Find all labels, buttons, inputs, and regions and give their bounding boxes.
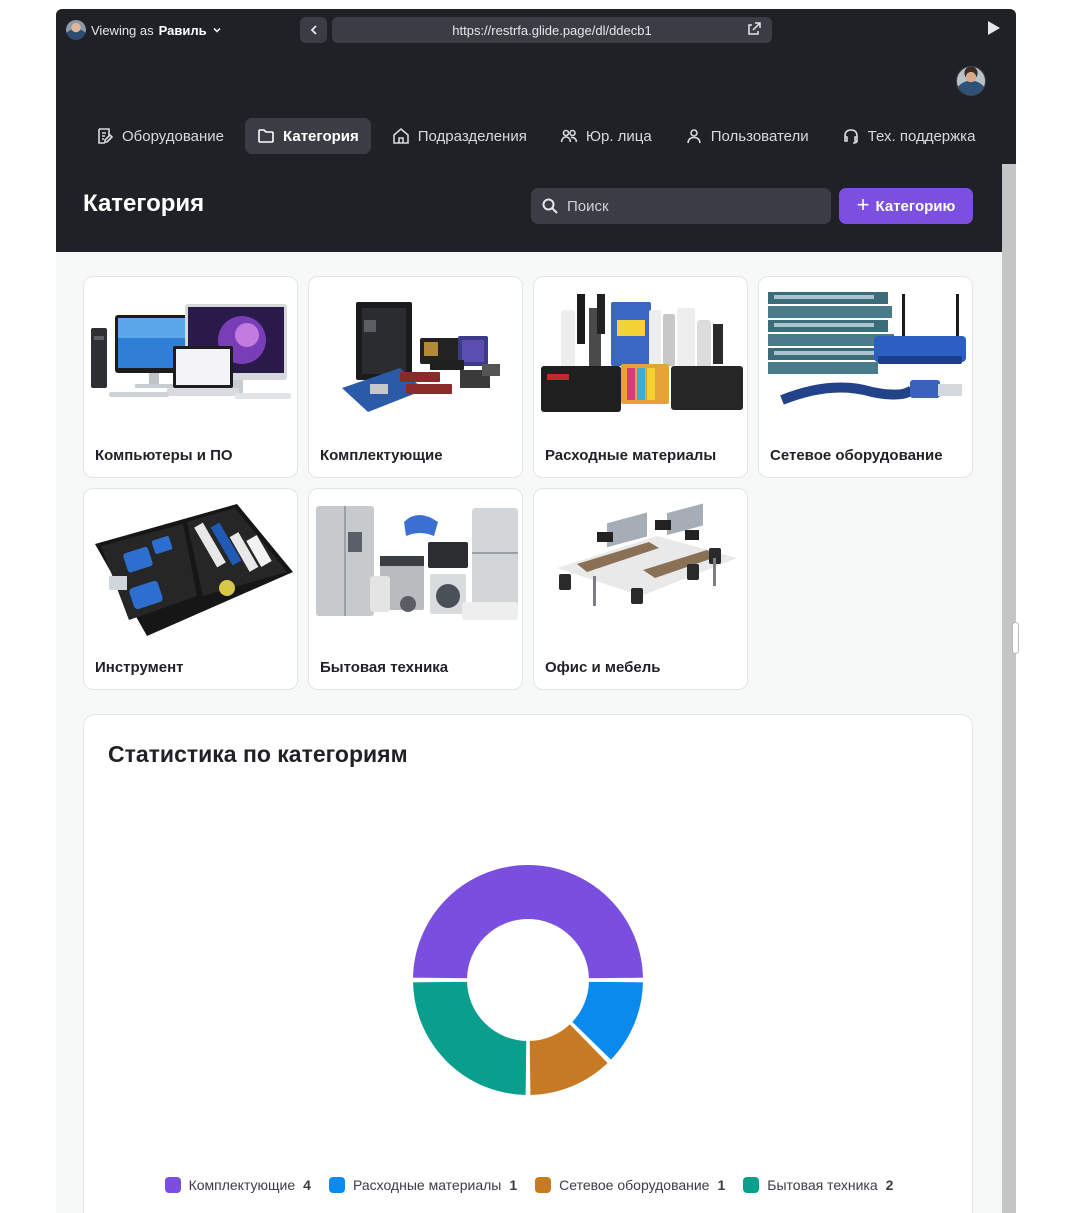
legend-item[interactable]: Расходные материалы 1 <box>328 1177 518 1193</box>
category-label: Инструмент <box>95 659 184 676</box>
play-icon[interactable] <box>988 21 1000 35</box>
avatar[interactable] <box>956 66 986 96</box>
legend-label: Расходные материалы <box>352 1177 502 1193</box>
legend-swatch <box>743 1177 760 1193</box>
legend-swatch <box>164 1177 181 1193</box>
viewer-avatar <box>66 20 86 40</box>
category-card-components[interactable]: Комплектующие <box>308 276 523 478</box>
add-category-label: Категорию <box>875 197 956 215</box>
viewing-prefix: Viewing as <box>91 22 154 38</box>
search-box[interactable] <box>531 188 831 224</box>
headset-icon <box>843 129 858 144</box>
category-label: Комплектующие <box>320 447 443 464</box>
category-card-office[interactable]: Офис и мебель <box>533 488 748 690</box>
app-header: Оборудование Категория Подразделения Юр.… <box>56 52 1016 252</box>
legend-swatch <box>535 1177 552 1193</box>
nav-item-legal-entities[interactable]: Юр. лица <box>548 118 664 154</box>
nav-item-label: Пользователи <box>710 127 809 145</box>
components-image <box>312 280 521 425</box>
legend-item[interactable]: Бытовая техника 2 <box>743 1177 893 1193</box>
add-category-button[interactable]: + Категорию <box>839 188 973 224</box>
search-icon <box>542 198 558 214</box>
main-nav: Оборудование Категория Подразделения Юр.… <box>84 118 996 154</box>
search-input[interactable] <box>567 197 807 215</box>
nav-item-users[interactable]: Пользователи <box>673 118 821 154</box>
legend-item[interactable]: Сетевое оборудование 1 <box>535 1177 725 1193</box>
viewing-user: Равиль <box>158 22 207 38</box>
donut-slice-0[interactable] <box>411 863 645 981</box>
category-label: Офис и мебель <box>545 659 661 676</box>
legend-swatch <box>328 1177 345 1193</box>
legend-value: 1 <box>717 1177 726 1193</box>
external-link-icon[interactable] <box>746 21 762 37</box>
category-label: Сетевое оборудование <box>770 447 943 464</box>
network-image <box>762 280 971 425</box>
category-label: Расходные материалы <box>545 447 717 464</box>
nav-item-label: Оборудование <box>122 127 225 145</box>
home-icon <box>392 127 409 144</box>
equipment-icon <box>98 128 114 144</box>
nav-item-label: Категория <box>283 127 359 145</box>
office-image <box>537 492 746 637</box>
nav-item-label: Тех. поддержка <box>867 127 976 145</box>
preview-bar: Viewing as Равиль https://restrfa.glide.… <box>56 9 1016 52</box>
tools-image <box>87 492 296 637</box>
category-card-computers[interactable]: Компьютеры и ПО <box>83 276 298 478</box>
category-label: Компьютеры и ПО <box>95 447 233 464</box>
legend-item[interactable]: Комплектующие 4 <box>164 1177 311 1193</box>
legend-label: Бытовая техника <box>767 1177 878 1193</box>
nav-item-departments[interactable]: Подразделения <box>380 118 539 154</box>
chart-legend: Комплектующие 4 Расходные материалы 1 Сетево… <box>84 1177 974 1193</box>
category-card-appliances[interactable]: Бытовая техника <box>308 488 523 690</box>
legend-label: Комплектующие <box>188 1177 296 1193</box>
computers-image <box>87 280 296 425</box>
legend-value: 1 <box>509 1177 518 1193</box>
legend-value: 4 <box>303 1177 311 1193</box>
legend-label: Сетевое оборудование <box>559 1177 710 1193</box>
scrollbar-thumb[interactable] <box>1002 164 1016 1213</box>
plus-icon: + <box>856 192 870 217</box>
nav-item-category[interactable]: Категория <box>245 118 371 154</box>
users-icon <box>560 129 578 143</box>
chevron-down-icon <box>213 27 221 33</box>
category-card-network[interactable]: Сетевое оборудование <box>758 276 973 478</box>
folder-icon <box>258 129 274 143</box>
nav-item-support[interactable]: Тех. поддержка <box>830 118 988 154</box>
viewing-as-selector[interactable]: Viewing as Равиль <box>66 20 222 40</box>
nav-item-label: Подразделения <box>417 127 527 145</box>
app-window: Viewing as Равиль https://restrfa.glide.… <box>56 9 1016 1213</box>
nav-item-label: Юр. лица <box>585 127 652 145</box>
legend-value: 2 <box>885 1177 894 1193</box>
category-card-tools[interactable]: Инструмент <box>83 488 298 690</box>
nav-item-equipment[interactable]: Оборудование <box>84 118 236 154</box>
consumables-image <box>537 280 746 425</box>
appliances-image <box>312 492 521 637</box>
page-title: Категория <box>83 190 205 217</box>
chevron-left-icon <box>310 25 317 35</box>
url-bar[interactable]: https://restrfa.glide.page/dl/ddecb1 <box>332 17 772 43</box>
stats-card: Статистика по категориям Комплектующие 4 Р… <box>83 714 973 1213</box>
back-button[interactable] <box>300 17 327 43</box>
scrollbar[interactable] <box>1002 164 1016 1213</box>
donut-chart <box>411 863 645 1097</box>
url-text: https://restrfa.glide.page/dl/ddecb1 <box>452 22 652 38</box>
resize-handle[interactable] <box>1012 622 1019 654</box>
category-label: Бытовая техника <box>320 659 449 676</box>
user-icon <box>686 129 701 144</box>
category-card-consumables[interactable]: Расходные материалы <box>533 276 748 478</box>
donut-slice-3[interactable] <box>411 979 529 1097</box>
